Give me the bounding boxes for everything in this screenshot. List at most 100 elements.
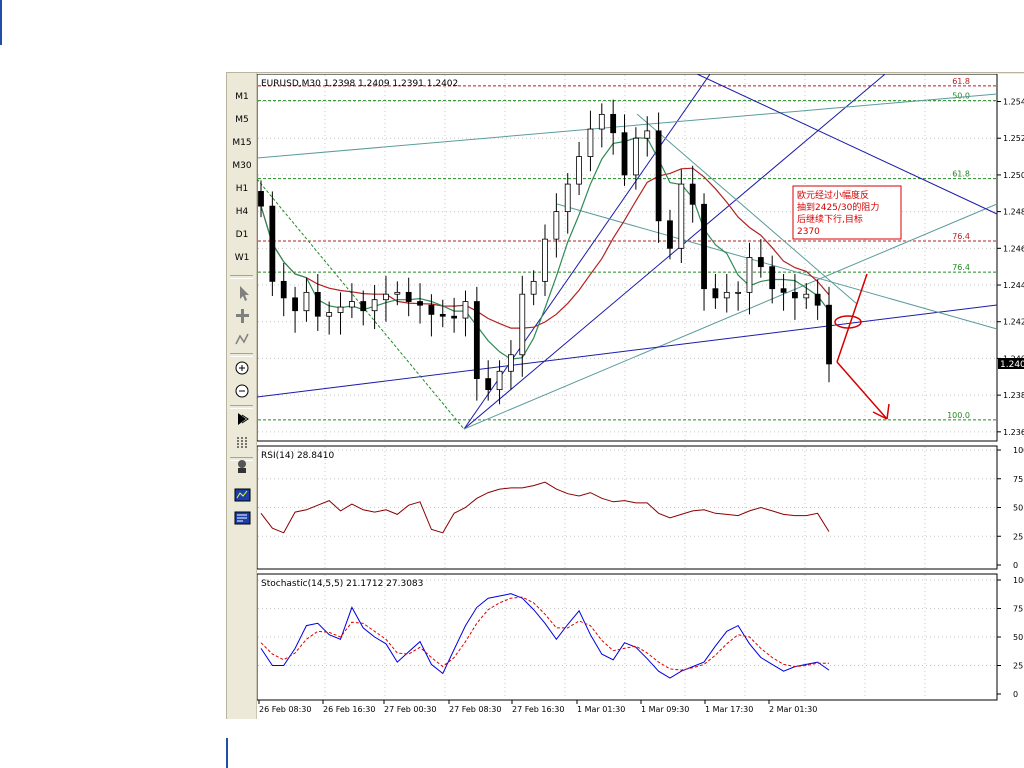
timeframe-m15-button[interactable]: M15 [230, 133, 254, 153]
stochastic-axis: 100 75 50 25 0 [997, 576, 1024, 699]
timeframe-m30-button[interactable]: M30 [230, 156, 254, 176]
bear-candle [280, 280, 287, 299]
bear-candle [792, 291, 798, 299]
cursor-tool-button[interactable] [231, 283, 253, 303]
price-panel[interactable]: 61.850.061.876.476.4100.0 1.25451.25251.… [256, 63, 1024, 442]
cursor-icon [240, 286, 249, 301]
pencil-tool-button[interactable] [231, 329, 253, 349]
price-tick-label: 1.2425 [1003, 318, 1024, 327]
bull-candle [598, 113, 605, 130]
toolbar-separator [230, 275, 253, 279]
chart-area[interactable]: 61.850.061.876.476.4100.0 1.25451.25251.… [256, 63, 1024, 719]
price-tick-label: 1.2525 [1003, 134, 1024, 143]
time-tick-label: 27 Feb 08:30 [449, 705, 501, 714]
rsi-tick-label: 75 [1013, 475, 1023, 484]
bear-candle [473, 301, 480, 380]
expert-advisor-tool-button[interactable] [231, 456, 253, 476]
bear-candle [269, 205, 276, 282]
crosshair-icon [236, 309, 249, 323]
bull-candle [519, 293, 526, 356]
pencil-icon [235, 333, 249, 345]
timeframe-m1-button[interactable]: M1 [230, 87, 254, 107]
bear-candle [405, 291, 412, 302]
bull-candle [496, 370, 503, 391]
price-tick-label: 1.2385 [1003, 391, 1024, 400]
price-tick-label: 1.2545 [1003, 98, 1024, 107]
rsi-tick-label: 0 [1013, 561, 1018, 570]
timeframe-h4-button[interactable]: H4 [230, 202, 254, 222]
time-tick-label: 1 Mar 09:30 [641, 705, 689, 714]
bear-candle [314, 291, 321, 317]
price-axis: 1.2545 1.2525 1.2505 1.2485 1.2465 1.2445 1.24… [997, 98, 1024, 437]
bear-candle [292, 297, 298, 312]
bull-candle [735, 291, 742, 294]
zoom-out-tool-button[interactable] [231, 381, 253, 401]
timeframe-h1-button[interactable]: H1 [230, 179, 254, 199]
edge-line-bottom [226, 738, 228, 768]
bear-candle [439, 313, 446, 317]
bear-candle [814, 293, 821, 306]
bear-candle [689, 183, 696, 205]
time-tick-label: 1 Mar 17:30 [705, 705, 753, 714]
bear-candle [826, 304, 832, 365]
bull-candle [371, 299, 378, 312]
price-tick-label: 1.2445 [1003, 281, 1024, 290]
stochastic-tick-label: 0 [1013, 690, 1018, 699]
current-price-label: 1.2402 [1000, 360, 1024, 370]
scroll-icon [238, 413, 249, 425]
bear-candle [780, 288, 787, 293]
bull-candle [383, 293, 389, 301]
bull-candle [337, 306, 344, 313]
template-icon [234, 488, 251, 502]
stochastic-label: Stochastic(14,5,5) 21.1712 27.3083 [261, 579, 423, 589]
rsi-tick-label: 100 [1013, 446, 1024, 455]
timeframe-m5-button[interactable]: M5 [230, 110, 254, 130]
toolbar-separator [230, 353, 253, 357]
timeframe-w1-button[interactable]: W1 [230, 248, 254, 268]
profile-tool-button[interactable] [231, 508, 253, 528]
bull-candle [632, 137, 639, 176]
bear-candle [610, 113, 617, 134]
fib-level-label: 61.8 [952, 77, 970, 86]
time-tick-label: 2 Mar 01:30 [769, 705, 817, 714]
bull-candle [303, 291, 310, 312]
stochastic-panel[interactable]: 100 75 50 25 0 Stochastic(14,5,5) 21.1712 27… [256, 573, 1024, 701]
price-panel-frame [256, 73, 998, 442]
price-tick-label: 1.2505 [1003, 171, 1024, 180]
period-separator-icon [237, 437, 247, 449]
stochastic-tick-label: 50 [1013, 633, 1023, 642]
fib-level-label: 61.8 [952, 170, 970, 179]
template-tool-button[interactable] [231, 485, 253, 505]
rsi-tick-label: 50 [1013, 504, 1023, 513]
bear-candle [451, 315, 458, 319]
bear-candle [769, 266, 776, 290]
profile-icon [234, 511, 251, 525]
bear-candle [655, 130, 662, 222]
bear-candle [621, 132, 628, 176]
left-toolbar: M1 M5 M15 M30 H1 H4 D1 W1 [227, 73, 257, 719]
bull-candle [723, 291, 730, 299]
chart-window: M1 M5 M15 M30 H1 H4 D1 W1 61.8 50.0 61.8 76.4 76.4 1… [226, 63, 1024, 719]
zoom-in-icon [235, 361, 249, 375]
bull-candle [462, 301, 469, 319]
bull-candle [803, 293, 810, 299]
time-tick-label: 26 Feb 08:30 [259, 705, 311, 714]
bull-candle [326, 312, 333, 317]
crosshair-tool-button[interactable] [231, 306, 253, 326]
bear-candle [360, 301, 367, 312]
rsi-axis: 100 75 50 25 0 [997, 446, 1024, 570]
rsi-panel[interactable]: 100 75 50 25 0 RSI(14) 28.8410 [256, 445, 1024, 570]
timeframe-d1-button[interactable]: D1 [230, 225, 254, 245]
bull-candle [678, 183, 685, 249]
period-separator-tool-button[interactable] [231, 433, 253, 453]
fib-level-label: 76.4 [952, 263, 970, 272]
scroll-tool-button[interactable] [231, 409, 253, 429]
bull-candle [394, 291, 401, 295]
bull-candle [348, 301, 355, 308]
zoom-in-tool-button[interactable] [231, 358, 253, 378]
stochastic-tick-label: 75 [1013, 605, 1023, 614]
bear-candle [712, 288, 719, 299]
fib-level-label: 76.4 [952, 232, 970, 241]
chart-canvas[interactable]: 61.850.061.876.476.4100.0 1.25451.25251.… [256, 63, 1024, 719]
annotation-text: 欧元经过小幅度反 [797, 189, 869, 201]
